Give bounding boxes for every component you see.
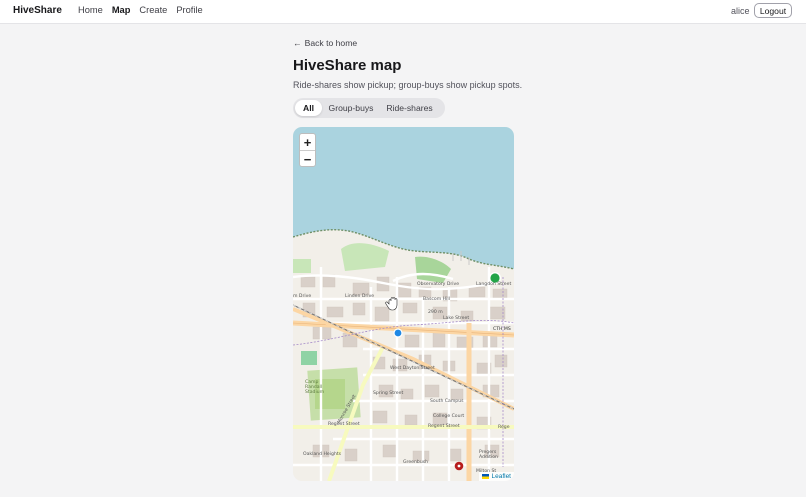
map-label: Pregers Addition	[479, 450, 498, 460]
map-label: Oakland Heights	[303, 452, 342, 457]
back-link[interactable]: ← Back to home	[293, 38, 357, 48]
map-label: South Campus	[430, 399, 464, 404]
map-label: Regent Street	[328, 422, 360, 427]
brand-logo[interactable]: HiveShare	[13, 5, 62, 16]
map-label: College Court	[433, 414, 465, 419]
attribution-link[interactable]: Leaflet	[491, 473, 511, 480]
ukraine-flag-icon	[482, 474, 490, 479]
map-label: 290 m	[428, 310, 443, 315]
logout-button[interactable]: Logout	[754, 3, 792, 18]
map-tiles	[293, 127, 514, 481]
map-view[interactable]: Langdon Street m Drive Linden Drive Obse…	[293, 127, 514, 481]
username-label: alice	[731, 6, 750, 16]
ride-share-marker[interactable]	[393, 328, 403, 338]
map-label: West Dayton Street	[390, 366, 435, 371]
nav-map[interactable]: Map	[112, 5, 131, 15]
arrow-left-icon: ←	[293, 38, 302, 48]
map-attribution: Leaflet	[479, 472, 514, 481]
zoom-control: + −	[299, 133, 316, 167]
map-label: Bascom Hill	[423, 297, 450, 302]
map-label: m Drive	[293, 294, 312, 299]
filter-group-buys[interactable]: Group-buys	[322, 100, 380, 116]
nav-create[interactable]: Create	[139, 5, 167, 15]
filter-segmented-control: All Group-buys Ride-shares	[293, 98, 445, 118]
map-label: Rege	[498, 425, 510, 430]
back-link-label: Back to home	[304, 38, 358, 48]
filter-all[interactable]: All	[295, 100, 322, 116]
filter-ride-shares[interactable]: Ride-shares	[380, 100, 439, 116]
map-label: Langdon Street	[476, 282, 512, 287]
zoom-in-button[interactable]: +	[300, 134, 315, 151]
nav-home[interactable]: Home	[78, 5, 103, 15]
nav-profile[interactable]: Profile	[176, 5, 202, 15]
map-label: Linden Drive	[345, 294, 375, 299]
map-label: Regent Street	[428, 424, 460, 429]
map-label: CTH MS	[493, 327, 511, 332]
page-title: HiveShare map	[293, 57, 402, 74]
zoom-out-button[interactable]: −	[300, 151, 315, 167]
page-subtitle: Ride-shares show pickup; group-buys show…	[293, 80, 523, 90]
map-label: Observatory Drive	[417, 282, 460, 287]
map-label: Lake Street	[443, 316, 470, 321]
map-label: Greenbush	[403, 460, 429, 465]
top-navbar: HiveShare Home Map Create Profile alice …	[0, 0, 806, 24]
map-label: Camp Randall Stadium	[305, 380, 325, 395]
map-label: Spring Street	[373, 391, 404, 396]
poi-marker[interactable]	[454, 461, 464, 471]
main-nav: Home Map Create Profile	[78, 5, 203, 15]
